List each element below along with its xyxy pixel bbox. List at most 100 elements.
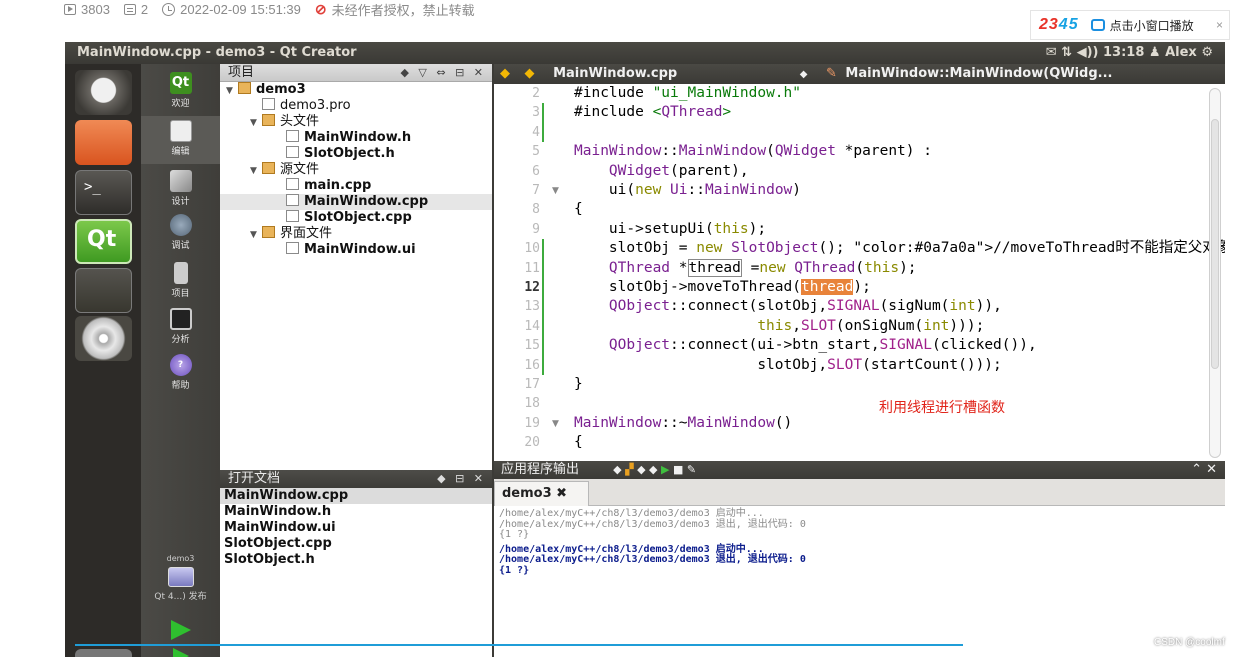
open-documents-header: 打开文档 ◆ ⊟ ✕ [220, 470, 492, 488]
code-line[interactable]: { [574, 200, 583, 219]
code-line[interactable]: } [574, 375, 583, 394]
tree-item[interactable]: MainWindow.cpp [220, 194, 492, 210]
copyright-notice: ⊘ 未经作者授权，禁止转载 [314, 0, 475, 18]
window-title: MainWindow.cpp - demo3 - Qt Creator [77, 45, 357, 60]
symbol-selector[interactable]: MainWindow::MainWindow(QWidg... [845, 66, 1112, 81]
system-indicators[interactable]: ✉ ⇅ ◀)) 13:18 ♟ Alex ⚙ [1046, 42, 1213, 64]
code-line[interactable]: slotObj->moveToThread(thread); [574, 278, 871, 297]
code-line[interactable]: #include <QThread> [574, 103, 731, 122]
code-line[interactable]: QThread *thread =new QThread(this); [574, 258, 917, 278]
run-button[interactable] [141, 620, 220, 640]
output-pane-controls[interactable]: ⌃ ✕ [1191, 461, 1217, 479]
tree-item[interactable]: main.cpp [220, 178, 492, 194]
dvd-icon[interactable] [75, 316, 132, 361]
open-document-item[interactable]: MainWindow.h [220, 504, 492, 520]
mode-edit[interactable]: 编辑 [141, 116, 220, 164]
ubuntu-logo-icon[interactable] [75, 70, 132, 115]
fold-marker-icon[interactable]: ▼ [552, 186, 559, 196]
monitor-icon [167, 567, 194, 587]
tree-item[interactable]: demo3.pro [220, 98, 492, 114]
expand-arrow-icon[interactable]: ▼ [250, 163, 262, 179]
expand-arrow-icon[interactable]: ▼ [226, 83, 238, 99]
mode-debug[interactable]: 调试 [141, 214, 220, 251]
tree-item[interactable]: MainWindow.h [220, 130, 492, 146]
file-dropdown-icon[interactable]: ◆ [800, 69, 808, 80]
code-line[interactable]: slotObj,SLOT(startCount())); [574, 356, 1001, 375]
code-line[interactable]: ui->setupUi(this); [574, 220, 766, 239]
panel-tools[interactable]: ◆ ▽ ⇔ ⊟ ✕ [400, 64, 486, 82]
code-line[interactable]: MainWindow::~MainWindow() [574, 414, 792, 433]
mini-player-label[interactable]: 点击小窗口播放 [1110, 17, 1194, 34]
fold-marker-icon[interactable]: ▼ [552, 419, 559, 429]
editor-file-name[interactable]: MainWindow.cpp [553, 66, 677, 81]
line-number: 4 [532, 124, 540, 140]
code-line[interactable] [574, 394, 583, 413]
comments[interactable]: 2 [123, 2, 148, 17]
output-line: /home/alex/myC++/ch8/l3/demo3/demo3 退出, … [499, 554, 806, 565]
file-icon [286, 130, 299, 142]
tree-item[interactable]: ▼ 界面文件 [220, 226, 492, 242]
mode-welcome[interactable]: Qt 欢迎 [141, 72, 220, 109]
mode-projects[interactable]: 项目 [141, 262, 220, 299]
changed-line-marker [542, 258, 544, 278]
code-line[interactable]: { [574, 433, 583, 452]
code-line[interactable]: QWidget(parent), [574, 162, 749, 181]
line-number: 19 [524, 415, 540, 431]
code-editor[interactable]: 2 3 4 5 6 7 8 9 10 11 12 13 14 15 16 17 18 19 20 #include … [494, 84, 1225, 461]
tree-item[interactable]: MainWindow.ui [220, 242, 492, 258]
expand-arrow-icon[interactable]: ▼ [250, 227, 262, 243]
post-meta: 3803 2 2022-02-09 15:51:39 ⊘ 未经作者授权，禁止转载 [64, 0, 475, 18]
code-line[interactable]: this,SLOT(onSigNum(int))); [574, 317, 984, 336]
open-document-item[interactable]: SlotObject.h [220, 552, 492, 568]
code-line[interactable]: MainWindow::MainWindow(QWidget *parent) … [574, 142, 932, 161]
nav-forward-icon[interactable]: ◆ [525, 66, 535, 81]
code-line[interactable]: ui(new Ui::MainWindow) [574, 181, 801, 200]
editor-scrollbar[interactable] [1209, 88, 1221, 458]
changed-line-marker [542, 278, 544, 298]
qt-creator-icon[interactable]: Qt [75, 219, 132, 264]
file-icon [286, 194, 299, 206]
symbol-icon: ✎ [825, 66, 837, 81]
tv-icon [1090, 19, 1105, 31]
open-document-item[interactable]: MainWindow.ui [220, 520, 492, 536]
application-output: /home/alex/myC++/ch8/l3/demo3/demo3 启动中.… [494, 506, 1225, 657]
debug-run-button[interactable] [141, 648, 220, 657]
mode-analyze[interactable]: 分析 [141, 308, 220, 345]
output-tab-demo3[interactable]: demo3 ✖ [494, 481, 589, 506]
workspace-switcher-icon[interactable] [75, 268, 132, 313]
tree-item-label: SlotObject.cpp [304, 210, 412, 225]
expand-arrow-icon[interactable]: ▼ [250, 115, 262, 131]
open-document-item[interactable]: MainWindow.cpp [220, 488, 492, 504]
output-line: /home/alex/myC++/ch8/l3/demo3/demo3 退出, … [499, 518, 806, 530]
panel-tools[interactable]: ◆ ⊟ ✕ [437, 470, 486, 488]
nav-back-icon[interactable]: ◆ [500, 66, 510, 81]
trash-icon[interactable] [75, 649, 132, 657]
code-line[interactable]: QObject::connect(ui->btn_start,SIGNAL(cl… [574, 336, 1037, 355]
tree-item-label: SlotObject.h [304, 146, 395, 161]
close-icon[interactable]: × [1216, 18, 1223, 32]
code-line[interactable]: QObject::connect(slotObj,SIGNAL(sigNum(i… [574, 297, 1002, 316]
code-line[interactable] [574, 123, 583, 142]
tree-item[interactable]: ▼ 头文件 [220, 114, 492, 130]
tree-item[interactable]: SlotObject.h [220, 146, 492, 162]
code-line[interactable]: #include "ui_MainWindow.h" [574, 84, 801, 103]
files-folder-icon[interactable] [75, 120, 132, 165]
tree-item[interactable]: ▼ 源文件 [220, 162, 492, 178]
video-progress[interactable] [75, 644, 963, 646]
changed-line-marker [542, 122, 544, 143]
line-number: 13 [524, 299, 540, 315]
terminal-icon[interactable]: >_ [75, 170, 132, 215]
tree-item-label: MainWindow.cpp [304, 194, 429, 209]
tree-item[interactable]: SlotObject.cpp [220, 210, 492, 226]
line-number: 11 [524, 260, 540, 276]
open-document-item[interactable]: SlotObject.cpp [220, 536, 492, 552]
output-tools[interactable]: ◆ ▞ ◆ ◆ ▶ ■ ✎ [613, 463, 696, 476]
changed-line-marker [542, 355, 544, 375]
kit-selector[interactable]: demo3 Qt 4...) 发布 [141, 554, 220, 602]
mini-player-bar[interactable]: 2345 点击小窗口播放 × [1030, 10, 1230, 40]
code-line[interactable]: slotObj = new SlotObject(); "color:#0a7a… [574, 239, 1225, 258]
mode-help[interactable]: ? 帮助 [141, 354, 220, 391]
tree-item[interactable]: ▼ demo3 [220, 82, 492, 98]
mode-design[interactable]: 设计 [141, 170, 220, 207]
file-icon [262, 98, 275, 110]
